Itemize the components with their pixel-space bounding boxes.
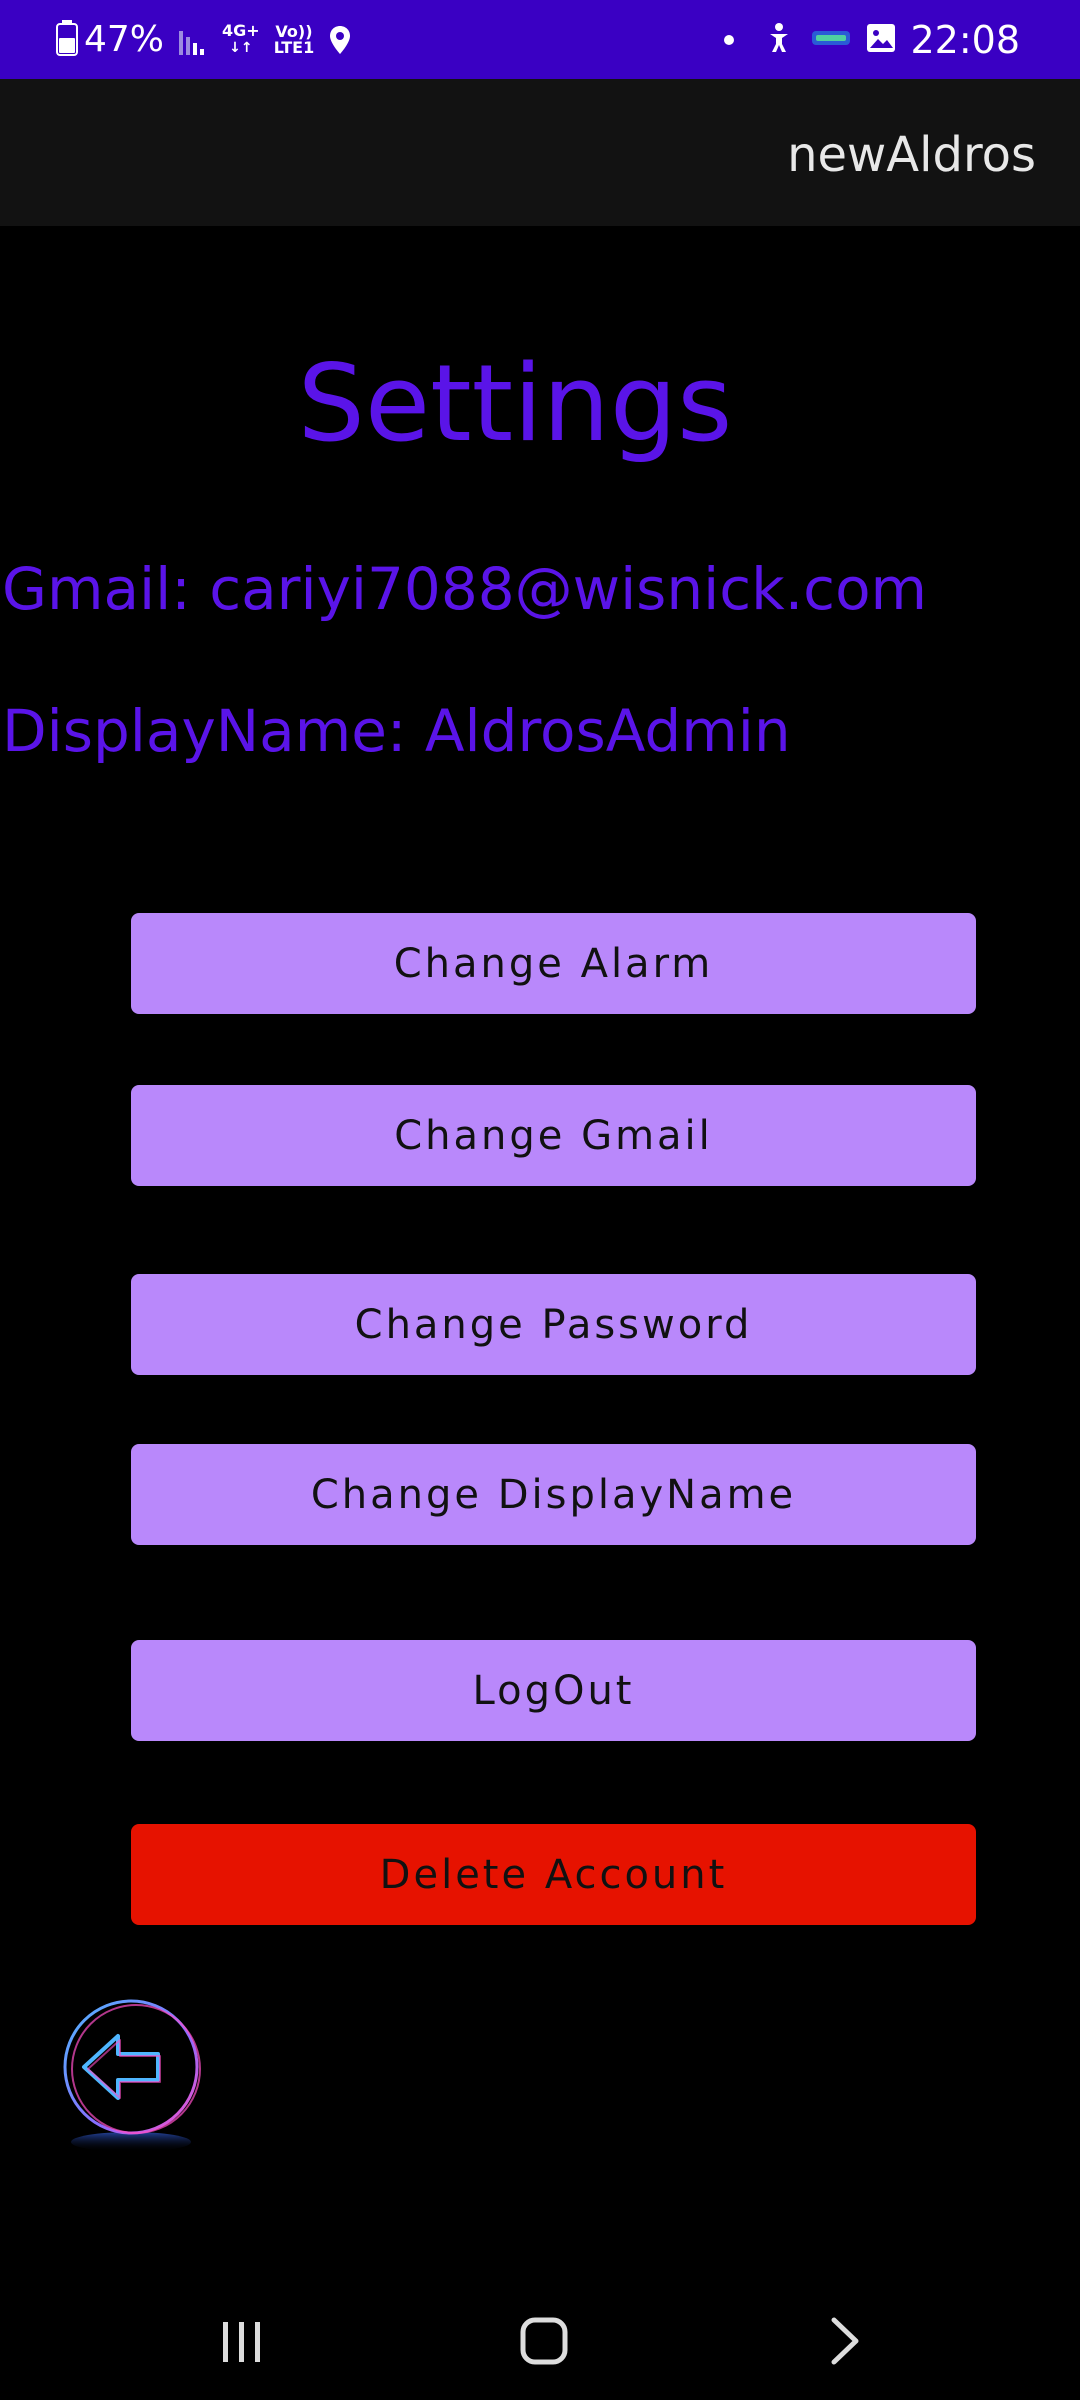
battery-percent: 47% — [84, 19, 165, 60]
recent-apps-button[interactable] — [207, 2310, 277, 2370]
change-alarm-button[interactable]: Change Alarm — [131, 913, 976, 1014]
status-left: 47% 4G+ ↓↑ Vo)) LTE1 — [56, 0, 352, 79]
status-right: 22:08 — [724, 0, 1020, 79]
battery-icon — [56, 19, 78, 60]
home-icon — [520, 2317, 568, 2365]
recent-apps-icon — [223, 2322, 260, 2362]
system-nav-bar — [0, 2280, 1080, 2400]
signal-icon — [178, 25, 208, 55]
accessibility-icon — [764, 22, 794, 58]
gmail-label: Gmail: cariyi7088@wisnick.com — [2, 555, 928, 623]
app-title: newAldros — [787, 127, 1036, 183]
delete-account-button[interactable]: Delete Account — [131, 1824, 976, 1925]
app-bar: newAldros — [0, 79, 1080, 226]
change-password-button[interactable]: Change Password — [131, 1274, 976, 1375]
network-type-label: 4G+ — [222, 21, 260, 40]
nav-back-button[interactable] — [812, 2310, 882, 2370]
home-button[interactable] — [508, 2310, 578, 2370]
back-arrow-icon — [63, 1999, 201, 2152]
page-title: Settings — [297, 342, 733, 465]
volte-icon: Vo)) LTE1 — [273, 23, 315, 57]
clock: 22:08 — [910, 17, 1020, 62]
change-display-name-button[interactable]: Change DisplayName — [131, 1444, 976, 1545]
back-button[interactable] — [56, 1992, 206, 2167]
gallery-icon — [866, 23, 896, 57]
change-gmail-button[interactable]: Change Gmail — [131, 1085, 976, 1186]
chevron-right-icon — [831, 2317, 859, 2365]
status-bar: 47% 4G+ ↓↑ Vo)) LTE1 22:08 — [0, 0, 1080, 79]
display-name-label: DisplayName: AldrosAdmin — [2, 697, 791, 765]
logout-button[interactable]: LogOut — [131, 1640, 976, 1741]
location-icon — [328, 25, 352, 55]
network-type-icon: 4G+ ↓↑ — [222, 21, 260, 57]
app-notification-icon — [812, 30, 851, 49]
volte-bottom-label: LTE1 — [273, 37, 315, 57]
notification-dot-icon — [724, 34, 735, 45]
